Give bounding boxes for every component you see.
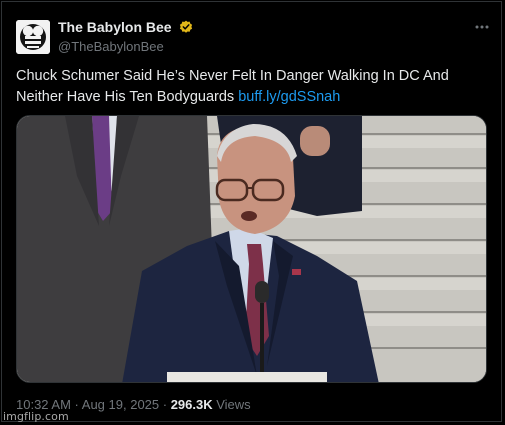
author-display-name[interactable]: The Babylon Bee <box>58 19 172 35</box>
ellipsis-icon[interactable] <box>473 20 491 34</box>
babylon-bee-logo-icon[interactable] <box>16 20 50 54</box>
post-card[interactable]: The Babylon Bee @TheBabylonBee Chuck Sch… <box>1 1 502 422</box>
author-names: The Babylon Bee @TheBabylonBee <box>58 18 193 54</box>
meta-separator: · <box>159 397 171 412</box>
post-header: The Babylon Bee @TheBabylonBee <box>16 18 491 58</box>
views-count: 296.3K <box>170 397 213 412</box>
post-link[interactable]: buff.ly/gdSSnah <box>238 89 340 105</box>
post-photo[interactable] <box>16 115 487 383</box>
post-body-text: Chuck Schumer Said He’s Never Felt In Da… <box>16 68 449 105</box>
meta-separator: · <box>70 397 82 412</box>
post-date[interactable]: Aug 19, 2025 <box>82 397 159 412</box>
author-handle[interactable]: @TheBabylonBee <box>58 39 193 54</box>
post-text: Chuck Schumer Said He’s Never Felt In Da… <box>16 66 486 108</box>
imgflip-watermark: imgflip.com <box>3 410 69 423</box>
gold-checkmark-icon[interactable] <box>179 20 193 34</box>
views-label: Views <box>212 397 251 412</box>
